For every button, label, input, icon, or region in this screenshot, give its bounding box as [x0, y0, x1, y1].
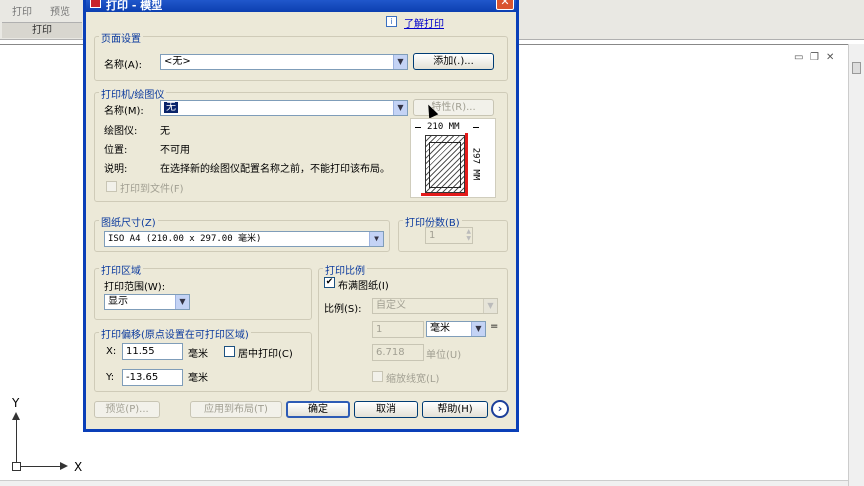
- info-icon[interactable]: i: [386, 16, 397, 27]
- page-setup-name-label: 名称(A):: [104, 60, 143, 71]
- x-axis-label: X: [74, 460, 83, 474]
- page-setup-name-select[interactable]: <无> ▼: [160, 54, 408, 70]
- scale-units-value: 毫米: [430, 323, 450, 334]
- scale-paper-units-input[interactable]: 1: [372, 321, 424, 338]
- y-arrow-icon: [12, 412, 20, 420]
- restore-icon[interactable]: ❐: [810, 52, 819, 63]
- offset-x-input[interactable]: 11.55: [122, 343, 183, 360]
- preview-button[interactable]: 预览(P)...: [94, 401, 160, 418]
- minimize-icon[interactable]: ▭: [794, 52, 803, 63]
- dialog-titlebar[interactable]: 打印 - 模型 ✕: [86, 0, 516, 12]
- width-dim-right: [473, 127, 479, 128]
- expand-options-icon[interactable]: ›: [491, 400, 509, 418]
- cancel-button[interactable]: 取消: [354, 401, 418, 418]
- chevron-down-icon[interactable]: ▼: [471, 322, 485, 336]
- plot-dialog: 打印 - 模型 ✕ i 了解打印 页面设置 名称(A): <无> ▼ 添加(.)…: [83, 0, 519, 432]
- paper-height-label: 297 MM: [470, 147, 481, 181]
- offset-x-label: X:: [106, 346, 117, 357]
- ok-button[interactable]: 确定: [286, 401, 350, 418]
- center-plot-label: 居中打印(C): [238, 349, 293, 360]
- scale-drawing-units-input[interactable]: 6.718: [372, 344, 424, 361]
- y-axis-line: [16, 414, 17, 466]
- chevron-down-icon[interactable]: ▼: [369, 232, 383, 246]
- scale-equals: =: [490, 321, 499, 332]
- paper-size-select[interactable]: ISO A4 (210.00 x 297.00 毫米) ▼: [104, 231, 384, 247]
- scale-lineweights-checkbox[interactable]: [372, 371, 383, 382]
- copies-value: 1: [429, 230, 436, 241]
- scale-label: 比例(S):: [324, 304, 362, 315]
- horizontal-scrollbar[interactable]: [0, 480, 848, 486]
- apply-to-layout-button[interactable]: 应用到布局(T): [190, 401, 282, 418]
- scale-select[interactable]: 自定义 ▼: [372, 298, 498, 314]
- scale-lineweights-label: 缩放线宽(L): [386, 374, 440, 385]
- paper-preview: 210 MM 297 MM: [410, 118, 496, 198]
- location-label: 位置:: [104, 145, 128, 156]
- spinner-arrows-icon[interactable]: ▲ ▼: [466, 228, 471, 242]
- description-label: 说明:: [104, 164, 128, 175]
- print-to-file-label: 打印到文件(F): [120, 184, 184, 195]
- printer-name-label: 名称(M):: [104, 106, 144, 117]
- add-page-setup-button[interactable]: 添加(.)...: [413, 53, 494, 70]
- plot-range-label: 打印范围(W):: [104, 282, 166, 293]
- paper-width-label: 210 MM: [427, 122, 460, 132]
- paper-size-group-label: 图纸尺寸(Z): [99, 214, 158, 229]
- drawing-units-label: 单位(U): [426, 350, 462, 361]
- printer-name-value: 无: [164, 102, 178, 113]
- chevron-down-icon[interactable]: ▼: [393, 55, 407, 69]
- y-axis-label: Y: [12, 396, 20, 410]
- paper-edge-bottom: [421, 193, 468, 196]
- offset-y-unit: 毫米: [188, 373, 208, 384]
- ribbon-group-label: 打印: [2, 22, 82, 38]
- fit-to-paper-label: 布满图纸(I): [338, 281, 389, 292]
- x-axis-line: [16, 466, 66, 467]
- app-icon: [90, 0, 101, 8]
- printable-area: [429, 142, 461, 188]
- plot-range-select[interactable]: 显示 ▼: [104, 294, 190, 310]
- fit-to-paper-checkbox[interactable]: ✔: [324, 277, 335, 288]
- printer-name-select[interactable]: 无 ▼: [160, 100, 408, 116]
- plot-range-value: 显示: [108, 296, 128, 307]
- close-drawing-icon[interactable]: ✕: [826, 52, 834, 63]
- location-value: 不可用: [160, 145, 190, 156]
- dialog-title: 打印 - 模型: [106, 0, 163, 12]
- ribbon-tab-print[interactable]: 打印: [12, 3, 32, 18]
- print-to-file-checkbox[interactable]: [106, 181, 117, 192]
- printer-group-label: 打印机/绘图仪: [99, 86, 167, 101]
- chevron-down-icon[interactable]: ▼: [393, 101, 407, 115]
- paper-size-value: ISO A4 (210.00 x 297.00 毫米): [108, 234, 262, 244]
- plotter-value: 无: [160, 126, 170, 137]
- page-setup-group-label: 页面设置: [99, 30, 143, 45]
- scroll-thumb[interactable]: [852, 62, 861, 74]
- plot-area-group-label: 打印区域: [99, 262, 143, 277]
- paper-sheet: [425, 135, 465, 193]
- copies-spinner[interactable]: 1 ▲ ▼: [425, 227, 473, 244]
- description-value: 在选择新的绘图仪配置名称之前，不能打印该布局。: [160, 164, 390, 175]
- origin-box: [12, 462, 21, 471]
- scale-value: 自定义: [376, 300, 406, 311]
- ribbon-tab-preview[interactable]: 预览: [50, 3, 70, 18]
- chevron-down-icon[interactable]: ▼: [483, 299, 497, 313]
- plot-offset-group-label: 打印偏移(原点设置在可打印区域): [99, 326, 251, 341]
- learn-printing-link[interactable]: 了解打印: [404, 15, 444, 30]
- width-dim-left: [415, 127, 421, 128]
- paper-edge-right: [465, 133, 468, 195]
- offset-y-label: Y:: [106, 372, 115, 383]
- scale-units-select[interactable]: 毫米 ▼: [426, 321, 486, 337]
- plot-scale-group-label: 打印比例: [323, 262, 367, 277]
- page-setup-name-value: <无>: [164, 56, 191, 67]
- close-button[interactable]: ✕: [496, 0, 514, 10]
- x-arrow-icon: [60, 462, 68, 470]
- offset-x-unit: 毫米: [188, 349, 208, 360]
- offset-y-input[interactable]: -13.65: [122, 369, 183, 386]
- vertical-scrollbar[interactable]: [848, 44, 864, 486]
- plotter-label: 绘图仪:: [104, 126, 138, 137]
- chevron-down-icon[interactable]: ▼: [175, 295, 189, 309]
- help-button[interactable]: 帮助(H): [422, 401, 488, 418]
- center-plot-checkbox[interactable]: [224, 346, 235, 357]
